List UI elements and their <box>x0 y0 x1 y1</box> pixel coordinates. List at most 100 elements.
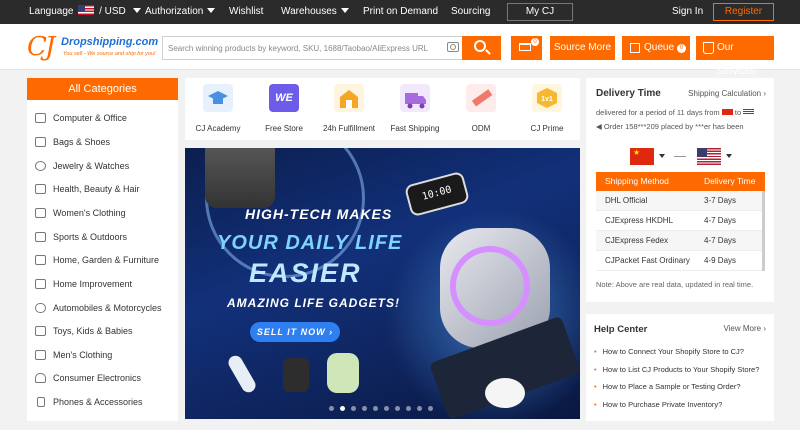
our-services-label: Our Services <box>717 42 756 77</box>
category-label: Phones & Accessories <box>53 397 143 407</box>
register-button[interactable]: Register <box>713 3 774 21</box>
headphones-icon <box>35 373 46 383</box>
table-scrollbar[interactable] <box>762 191 765 271</box>
air-fryer-image <box>283 358 309 392</box>
feature-cj-academy[interactable]: CJ Academy <box>186 84 250 133</box>
view-more-link[interactable]: View More › <box>723 324 766 333</box>
ticker-text: delivered for a period of 11 days from <box>596 108 720 117</box>
phone-icon <box>37 397 45 407</box>
sign-in-link[interactable]: Sign In <box>672 0 703 24</box>
help-article-link[interactable]: How to List CJ Products to Your Shopify … <box>594 365 760 374</box>
logo-name: Dropshipping.com <box>61 36 159 48</box>
help-article-link[interactable]: How to Connect Your Shopify Store to CJ? <box>594 347 744 356</box>
chevron-down-icon <box>207 8 216 13</box>
wishlist-link[interactable]: Wishlist <box>229 0 263 24</box>
carousel-dot[interactable] <box>395 406 400 411</box>
carousel-dot[interactable] <box>351 406 356 411</box>
help-article-link[interactable]: How to Place a Sample or Testing Order? <box>594 382 741 391</box>
destination-us-flag-icon[interactable] <box>697 148 721 165</box>
logo-tagline: You sell - We source and ship for you! <box>63 51 156 57</box>
category-label: Health, Beauty & Hair <box>53 184 140 194</box>
sourcing-link[interactable]: Sourcing <box>451 0 490 24</box>
cart-button[interactable]: 0 <box>511 36 542 60</box>
queue-icon <box>630 43 640 53</box>
category-home-garden[interactable]: Home, Garden & Furniture <box>27 250 178 270</box>
bag-icon <box>35 137 46 147</box>
feature-24h-fulfillment[interactable]: 24h Fulfillment <box>317 84 381 133</box>
origin-cn-flag-icon[interactable] <box>630 148 654 165</box>
category-label: Home Improvement <box>53 279 133 289</box>
category-jewelry-watches[interactable]: Jewelry & Watches <box>27 156 178 176</box>
print-on-demand-link[interactable]: Print on Demand <box>363 0 438 24</box>
ticker-to: to <box>734 108 742 117</box>
carousel-dot[interactable] <box>340 406 345 411</box>
feature-label: Fast Shipping <box>390 124 440 133</box>
camera-icon[interactable] <box>447 42 459 52</box>
category-automobiles[interactable]: Automobiles & Motorcycles <box>27 298 178 318</box>
table-body: DHL Official 3-7 Days CJExpress HKDHL 4-7 … <box>596 191 765 271</box>
category-label: Computer & Office <box>53 113 127 123</box>
language-selector[interactable]: Language / USD <box>29 0 141 24</box>
facial-device-image <box>225 353 259 395</box>
authorization-label: Authorization <box>145 6 204 17</box>
all-categories-title[interactable]: All Categories <box>27 78 178 100</box>
help-center-title: Help Center <box>594 324 648 335</box>
toy-icon <box>35 326 46 336</box>
services-bag-icon <box>703 42 714 54</box>
my-cj-button[interactable]: My CJ <box>507 3 573 21</box>
dress-icon <box>35 208 46 218</box>
carousel-dot[interactable] <box>406 406 411 411</box>
banner-subheadline: AMAZING LIFE GADGETS! <box>227 296 400 310</box>
feature-odm[interactable]: ODM <box>449 84 513 133</box>
chevron-down-icon[interactable] <box>659 154 665 158</box>
shirt-icon <box>35 350 46 360</box>
feature-free-store[interactable]: WE Free Store <box>252 84 316 133</box>
help-article-link[interactable]: How to Purchase Private Inventory? <box>594 400 723 409</box>
feature-label: ODM <box>471 124 491 133</box>
chevron-down-icon[interactable] <box>726 154 732 158</box>
feature-fast-shipping[interactable]: Fast Shipping <box>383 84 447 133</box>
category-mens-clothing[interactable]: Men's Clothing <box>27 345 178 365</box>
carousel-dot[interactable] <box>428 406 433 411</box>
header-delivery-time: Delivery Time <box>704 176 756 186</box>
category-phones-accessories[interactable]: Phones & Accessories <box>27 392 178 412</box>
our-services-button[interactable]: Our Services <box>696 36 774 77</box>
shipping-calculation-link[interactable]: Shipping Calculation › <box>688 89 766 98</box>
cj-logo[interactable]: CJ Dropshipping.com You sell - We source… <box>27 32 162 64</box>
category-womens-clothing[interactable]: Women's Clothing <box>27 203 178 223</box>
carousel-dot[interactable] <box>362 406 367 411</box>
category-toys-kids[interactable]: Toys, Kids & Babies <box>27 321 178 341</box>
sell-it-now-button[interactable]: SELL IT NOW › <box>250 322 340 342</box>
category-sports-outdoors[interactable]: Sports & Outdoors <box>27 227 178 247</box>
authorization-menu[interactable]: Authorization <box>145 0 216 24</box>
feature-cj-prime[interactable]: 1v1 CJ Prime <box>515 84 579 133</box>
category-bags-shoes[interactable]: Bags & Shoes <box>27 132 178 152</box>
cart-count-badge: 0 <box>531 38 539 46</box>
categories-panel: All Categories Computer & Office Bags & … <box>27 78 178 421</box>
hero-banner[interactable]: 10:00 HIGH-TECH MAKES YOUR DAILY LIFE EA… <box>185 148 580 419</box>
search-button[interactable] <box>462 36 501 60</box>
source-more-button[interactable]: Source More <box>550 36 615 60</box>
carousel-dot[interactable] <box>417 406 422 411</box>
category-computer-office[interactable]: Computer & Office <box>27 108 178 128</box>
category-home-improvement[interactable]: Home Improvement <box>27 274 178 294</box>
header: CJ Dropshipping.com You sell - We source… <box>0 24 800 77</box>
truck-icon <box>400 84 430 112</box>
carousel-dot[interactable] <box>329 406 334 411</box>
header-shipping-method: Shipping Method <box>605 176 669 186</box>
carousel-dot[interactable] <box>373 406 378 411</box>
category-label: Men's Clothing <box>53 350 113 360</box>
category-label: Bags & Shoes <box>53 137 111 147</box>
sell-it-now-label: SELL IT NOW <box>256 327 326 337</box>
shipping-method-cell: CJPacket Fast Ordinary <box>605 256 690 265</box>
shipping-method-cell: CJExpress Fedex <box>605 236 669 245</box>
motorcycle-icon <box>35 303 46 313</box>
queue-count-badge: 0 <box>677 44 687 53</box>
warehouses-menu[interactable]: Warehouses <box>281 0 349 24</box>
speaker-icon: ◀ <box>596 122 602 131</box>
category-consumer-electronics[interactable]: Consumer Electronics <box>27 368 178 388</box>
carousel-dot[interactable] <box>384 406 389 411</box>
queue-button[interactable]: Queue 0 <box>622 36 690 60</box>
category-health-beauty[interactable]: Health, Beauty & Hair <box>27 179 178 199</box>
search-input[interactable] <box>163 37 453 59</box>
